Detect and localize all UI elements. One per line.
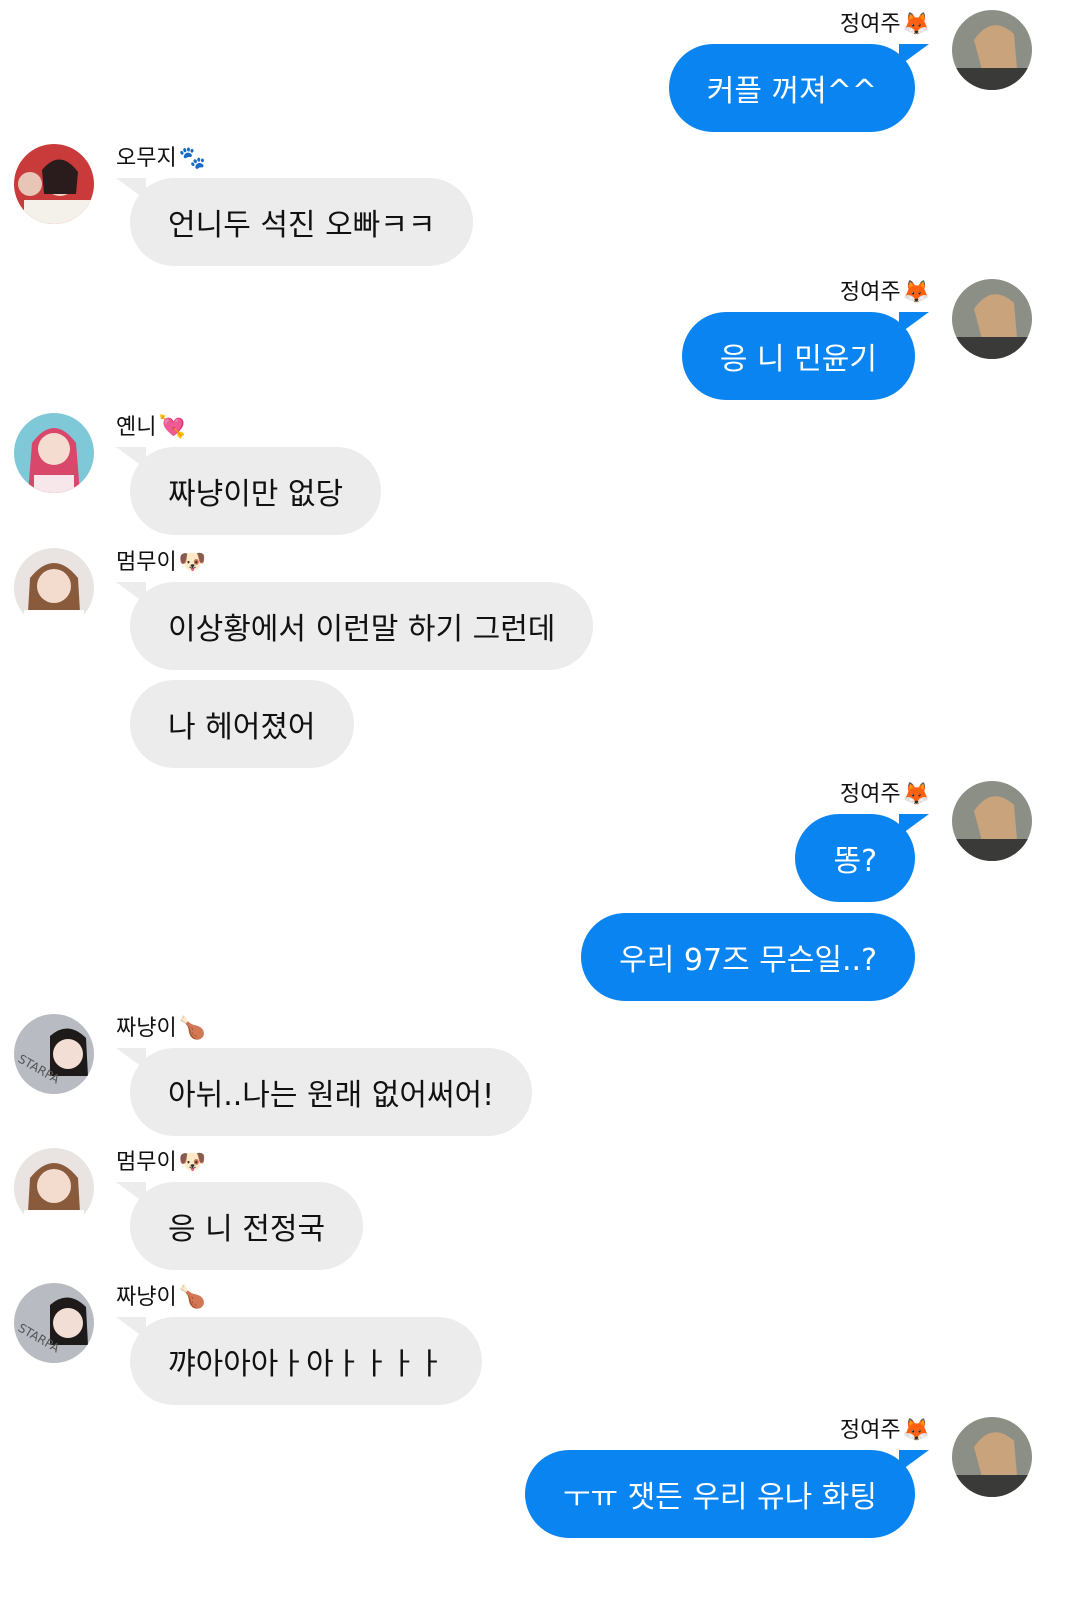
- sender-label: 멈무이: [116, 1150, 177, 1175]
- message-text: 응 니 전정국: [168, 1212, 326, 1247]
- message-bubble-incoming[interactable]: 나 헤어졌어: [130, 680, 354, 768]
- sender-name: 정여주🦊: [840, 280, 930, 306]
- sender-label: 정여주: [839, 1418, 901, 1443]
- avatar-jeongyeoju[interactable]: [952, 1417, 1032, 1497]
- dog-face-icon: 🐶: [178, 550, 207, 575]
- fox-icon: 🦊: [902, 12, 930, 37]
- sender-name: 정여주🦊: [840, 1418, 930, 1444]
- sender-name: 옌니💘: [116, 415, 186, 441]
- sender-label: 멈무이: [116, 550, 177, 575]
- sender-name: 정여주🦊: [840, 12, 930, 38]
- avatar-omuji[interactable]: [14, 144, 94, 224]
- message-bubble-outgoing[interactable]: 응 니 민윤기: [681, 312, 930, 400]
- avatar-jjanyangi[interactable]: STARPA: [14, 1014, 94, 1094]
- sender-name: 멈무이🐶: [116, 1150, 206, 1176]
- message-text: 우리 97즈 무슨일..?: [619, 943, 877, 978]
- sender-name: 정여주🦊: [840, 782, 930, 808]
- sender-label: 정여주: [839, 280, 901, 305]
- sender-label: 옌니: [116, 415, 157, 440]
- paw-prints-icon: 🐾: [178, 146, 207, 171]
- message-bubble-outgoing[interactable]: 우리 97즈 무슨일..?: [581, 913, 915, 1001]
- avatar-jeongyeoju[interactable]: [952, 279, 1032, 359]
- message-bubble-outgoing[interactable]: 똥?: [795, 814, 929, 902]
- poultry-leg-icon: 🍗: [178, 1285, 207, 1310]
- sender-label: 짜냥이: [116, 1285, 177, 1310]
- heart-arrow-icon: 💘: [158, 415, 186, 440]
- message-bubble-incoming[interactable]: 아뉘..나는 원래 없어써어!: [115, 1048, 533, 1136]
- sender-name: 오무지🐾: [116, 146, 206, 172]
- message-text: 꺄아아아ㅏ아ㅏㅏㅏㅏ: [168, 1347, 444, 1382]
- message-text: 아뉘..나는 원래 없어써어!: [168, 1078, 495, 1113]
- avatar-jeongyeoju[interactable]: [952, 10, 1032, 90]
- fox-icon: 🦊: [902, 782, 930, 807]
- sender-label: 정여주: [839, 782, 901, 807]
- sender-label: 정여주: [839, 12, 901, 37]
- message-bubble-incoming[interactable]: 언니두 석진 오빠ㅋㅋ: [115, 178, 474, 266]
- sender-name: 멈무이🐶: [116, 550, 206, 576]
- message-text: 커플 꺼져^^: [706, 74, 877, 109]
- avatar-jjanyangi[interactable]: STARPA: [14, 1283, 94, 1363]
- fox-icon: 🦊: [902, 1418, 930, 1443]
- fox-icon: 🦊: [902, 280, 930, 305]
- message-text: ㅜㅠ 잿든 우리 유나 화팅: [562, 1480, 877, 1515]
- sender-label: 짜냥이: [116, 1016, 177, 1041]
- avatar-meommui[interactable]: [14, 548, 94, 628]
- message-text: 짜냥이만 없당: [168, 477, 344, 512]
- sender-name: 짜냥이🍗: [116, 1285, 206, 1311]
- avatar-meommui[interactable]: [14, 1148, 94, 1228]
- message-bubble-incoming[interactable]: 이상황에서 이런말 하기 그런데: [115, 582, 594, 670]
- sender-label: 오무지: [116, 146, 177, 171]
- message-bubble-incoming[interactable]: 짜냥이만 없당: [115, 447, 382, 535]
- message-bubble-incoming[interactable]: 응 니 전정국: [115, 1182, 364, 1270]
- message-bubble-incoming[interactable]: 꺄아아아ㅏ아ㅏㅏㅏㅏ: [116, 1317, 482, 1405]
- sender-name: 짜냥이🍗: [116, 1016, 206, 1042]
- message-text: 이상황에서 이런말 하기 그런데: [168, 612, 556, 647]
- message-text: 언니두 석진 오빠ㅋㅋ: [168, 208, 436, 243]
- message-text: 똥?: [833, 844, 877, 879]
- poultry-leg-icon: 🍗: [178, 1016, 207, 1041]
- message-text: 나 헤어졌어: [168, 710, 316, 745]
- avatar-jeongyeoju[interactable]: [952, 781, 1032, 861]
- message-bubble-outgoing[interactable]: ㅜㅠ 잿든 우리 유나 화팅: [524, 1450, 930, 1538]
- message-bubble-outgoing[interactable]: 커플 꺼져^^: [668, 44, 930, 132]
- message-text: 응 니 민윤기: [719, 342, 877, 377]
- dog-face-icon: 🐶: [178, 1150, 207, 1175]
- avatar-yenni[interactable]: [14, 413, 94, 493]
